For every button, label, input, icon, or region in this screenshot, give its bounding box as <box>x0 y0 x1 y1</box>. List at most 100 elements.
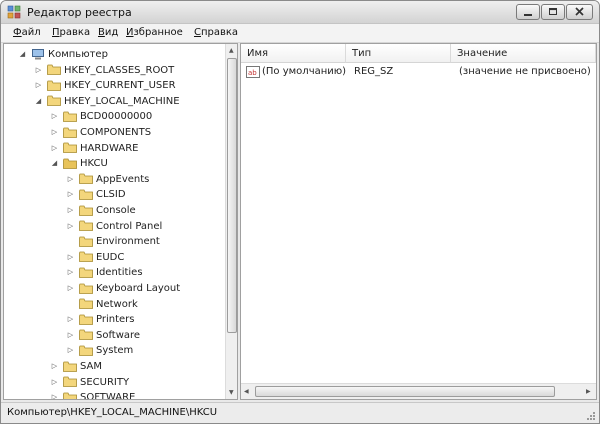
collapsed-arrow-icon[interactable]: ▷ <box>66 203 75 218</box>
tree-node[interactable]: ▷ Printers <box>66 312 135 327</box>
tree-vertical-scrollbar[interactable]: ▲ ▼ <box>225 44 237 399</box>
collapsed-arrow-icon[interactable]: ▷ <box>50 359 59 374</box>
collapsed-arrow-icon[interactable]: ▷ <box>66 281 75 296</box>
folder-icon <box>75 328 96 343</box>
tree-node-label: SECURITY <box>80 376 130 388</box>
values-list-pane[interactable]: Имя Тип Значение ab (По умолчанию) REG_S… <box>240 43 597 400</box>
menu-view[interactable]: Вид <box>98 27 118 38</box>
tree-node[interactable]: ▷ HKEY_CLASSES_ROOT <box>34 63 175 78</box>
svg-text:ab: ab <box>248 69 257 77</box>
tree-node[interactable]: ▷ Software <box>66 328 140 343</box>
tree-node[interactable]: ▷ Keyboard Layout <box>66 281 180 296</box>
tree-node[interactable]: ▷ HARDWARE <box>50 141 139 156</box>
tree-node[interactable]: Environment <box>66 234 160 249</box>
folder-icon <box>43 63 64 78</box>
folder-icon <box>75 297 96 312</box>
collapsed-arrow-icon[interactable]: ▷ <box>66 328 75 343</box>
tree-node[interactable]: Network <box>66 297 138 312</box>
collapsed-arrow-icon[interactable]: ▷ <box>50 390 59 399</box>
maximize-button[interactable] <box>541 4 565 20</box>
folder-icon <box>75 250 96 265</box>
value-data: (значение не присвоено) <box>459 66 591 77</box>
close-button[interactable] <box>566 4 593 20</box>
column-header-type[interactable]: Тип <box>346 44 451 63</box>
expanded-arrow-icon[interactable]: ◢ <box>50 156 59 171</box>
collapsed-arrow-icon[interactable]: ▷ <box>34 63 43 78</box>
list-horizontal-scrollbar[interactable]: ◀ ▶ <box>241 383 596 399</box>
resize-grip-icon[interactable] <box>586 411 596 421</box>
tree-node-label: Компьютер <box>48 49 108 60</box>
tree-node-label: HKEY_LOCAL_MACHINE <box>64 95 180 107</box>
tree-node[interactable]: ▷ SOFTWARE <box>50 390 135 399</box>
tree-node-label: AppEvents <box>96 173 150 185</box>
menu-bar: Файл Правка Вид Избранное Справка <box>1 24 599 43</box>
tree-node-label: EUDC <box>96 251 125 263</box>
tree-node[interactable]: ◢ Компьютер <box>18 47 108 62</box>
folder-icon <box>75 187 96 202</box>
folder-icon <box>75 343 96 358</box>
collapsed-arrow-icon[interactable]: ▷ <box>50 375 59 390</box>
folder-icon <box>43 78 64 93</box>
folder-icon <box>75 234 96 249</box>
tree-node[interactable]: ▷ BCD00000000 <box>50 109 152 124</box>
expanded-arrow-icon[interactable]: ◢ <box>34 94 43 109</box>
expanded-arrow-icon[interactable]: ◢ <box>18 47 27 62</box>
collapsed-arrow-icon[interactable]: ▷ <box>50 125 59 140</box>
status-path: Компьютер\HKEY_LOCAL_MACHINE\HKCU <box>7 407 218 418</box>
string-value-icon: ab <box>246 66 260 78</box>
list-scroll-thumb[interactable] <box>255 386 555 397</box>
column-header-value[interactable]: Значение <box>451 44 596 63</box>
folder-icon <box>59 359 80 374</box>
status-bar: Компьютер\HKEY_LOCAL_MACHINE\HKCU <box>1 402 599 423</box>
menu-edit[interactable]: Правка <box>52 27 90 38</box>
tree-node[interactable]: ▷ CLSID <box>66 187 126 202</box>
value-type: REG_SZ <box>354 66 394 77</box>
minimize-button[interactable] <box>516 4 540 20</box>
value-name: (По умолчанию) <box>262 66 347 77</box>
column-header-name[interactable]: Имя <box>241 44 346 63</box>
computer-icon <box>27 47 48 62</box>
collapsed-arrow-icon[interactable]: ▷ <box>66 250 75 265</box>
tree-node[interactable]: ▷ SECURITY <box>50 375 129 390</box>
menu-help[interactable]: Справка <box>194 27 238 38</box>
close-icon <box>575 7 584 16</box>
tree-node[interactable]: ◢ HKEY_LOCAL_MACHINE <box>34 94 180 109</box>
collapsed-arrow-icon[interactable]: ▷ <box>66 312 75 327</box>
window-title: Редактор реестра <box>27 6 132 19</box>
folder-icon <box>75 281 96 296</box>
tree-scroll-thumb[interactable] <box>227 58 237 333</box>
tree-node[interactable]: ▷ Control Panel <box>66 219 163 234</box>
tree-node-label: Console <box>96 205 136 216</box>
collapsed-arrow-icon[interactable]: ▷ <box>66 219 75 234</box>
tree-node[interactable]: ▷ System <box>66 343 134 358</box>
collapsed-arrow-icon[interactable]: ▷ <box>66 265 75 280</box>
collapsed-arrow-icon[interactable]: ▷ <box>66 187 75 202</box>
registry-tree-pane[interactable]: ◢ Компьютер ▷ HKEY_CLASSES_ROOT ▷ HKEY_CURREN… <box>3 43 238 400</box>
collapsed-arrow-icon[interactable]: ▷ <box>34 78 43 93</box>
menu-favorites[interactable]: Избранное <box>126 27 183 38</box>
folder-icon <box>43 94 64 109</box>
title-bar[interactable]: Редактор реестра <box>1 1 599 24</box>
tree-node[interactable]: ▷ Console <box>66 203 136 218</box>
tree-node[interactable]: ▷ AppEvents <box>66 172 150 187</box>
scroll-left-arrow-icon[interactable]: ◀ <box>244 388 249 395</box>
collapsed-arrow-icon[interactable]: ▷ <box>50 109 59 124</box>
collapsed-arrow-icon[interactable]: ▷ <box>66 343 75 358</box>
folder-icon <box>59 125 80 140</box>
scroll-down-arrow-icon[interactable]: ▼ <box>229 389 234 396</box>
folder-icon <box>75 312 96 327</box>
scroll-up-arrow-icon[interactable]: ▲ <box>229 47 234 54</box>
tree-node[interactable]: ▷ SAM <box>50 359 102 374</box>
collapsed-arrow-icon[interactable]: ▷ <box>66 172 75 187</box>
tree-node[interactable]: ▷ HKEY_CURRENT_USER <box>34 78 176 93</box>
tree-node-label: Control Panel <box>96 220 163 232</box>
tree-node-label: COMPONENTS <box>80 127 152 138</box>
tree-node[interactable]: ▷ Identities <box>66 265 143 280</box>
tree-node-label: HKCU <box>80 158 108 170</box>
tree-node[interactable]: ▷ EUDC <box>66 250 125 265</box>
tree-node[interactable]: ▷ COMPONENTS <box>50 125 151 140</box>
menu-file[interactable]: Файл <box>13 27 41 38</box>
collapsed-arrow-icon[interactable]: ▷ <box>50 141 59 156</box>
scroll-right-arrow-icon[interactable]: ▶ <box>586 388 591 395</box>
tree-node[interactable]: ◢ HKCU <box>50 156 108 171</box>
